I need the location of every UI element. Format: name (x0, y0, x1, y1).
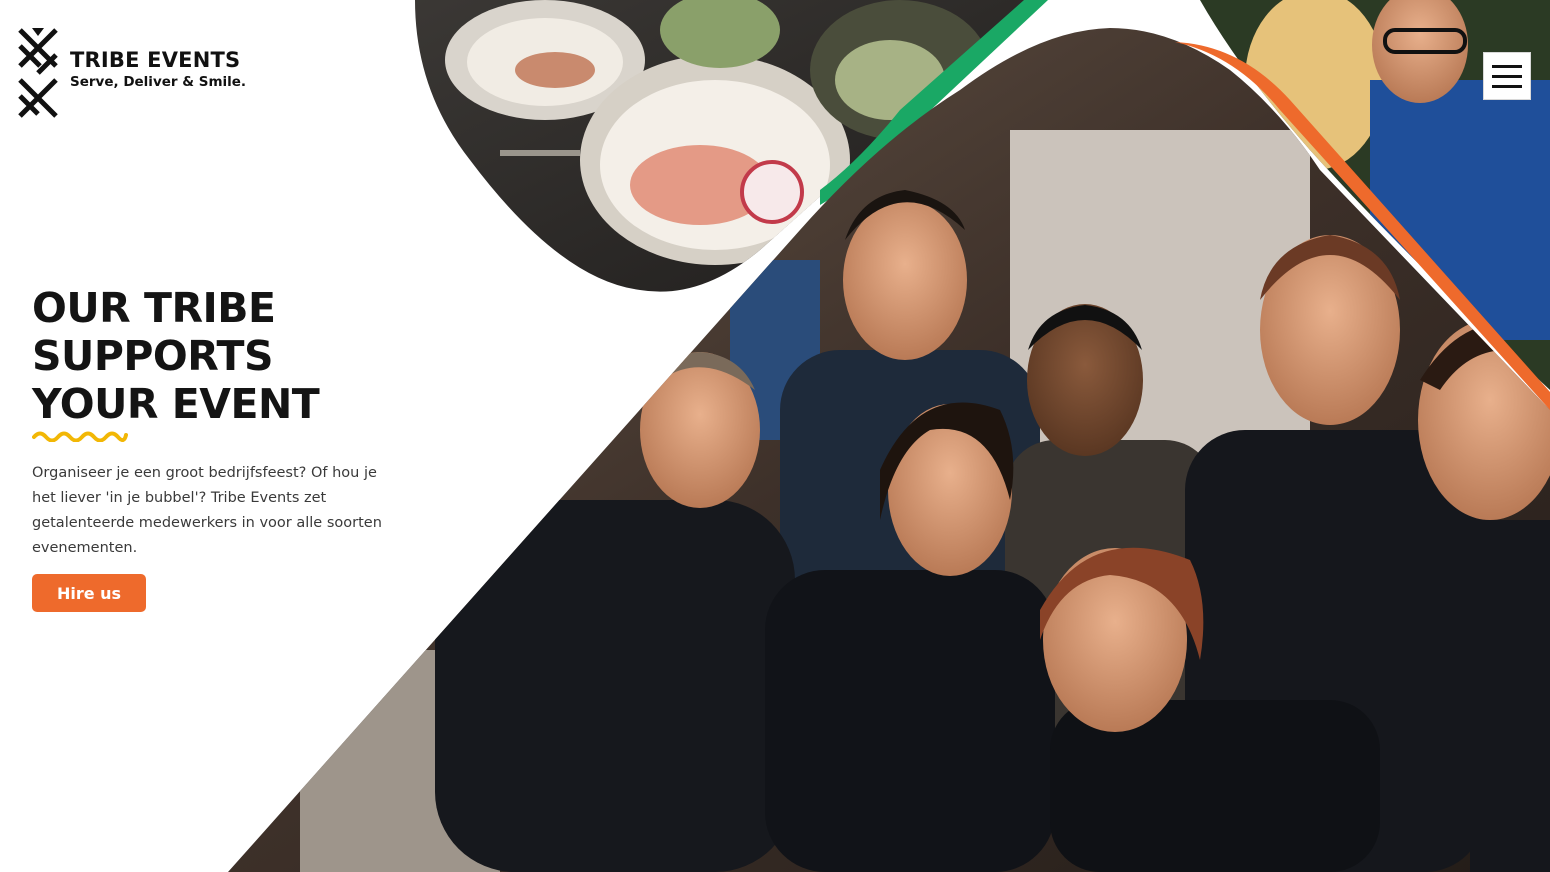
hamburger-menu-icon-bar (1492, 74, 1522, 78)
hero-artwork (228, 0, 1550, 872)
hamburger-menu-icon-bar (1492, 84, 1522, 88)
headline-line-2: SUPPORTS (32, 332, 274, 380)
menu-button[interactable] (1483, 52, 1531, 100)
hamburger-menu-icon (1492, 64, 1522, 68)
brand-tagline: Serve, Deliver & Smile. (70, 74, 247, 90)
brand-logo[interactable]: TRIBE EVENTS Serve, Deliver & Smile. (16, 26, 246, 120)
brand-name: TRIBE EVENTS (70, 48, 241, 72)
squiggle-underline-icon (32, 431, 128, 442)
tribe-logo-icon (18, 28, 58, 118)
hire-us-button[interactable]: Hire us (32, 574, 146, 612)
hero-intro-text: Organiseer je een groot bedrijfsfeest? O… (32, 465, 382, 556)
headline-line-3: YOUR EVENT (32, 380, 320, 428)
headline-line-1: OUR TRIBE (32, 284, 276, 332)
hero-headline: OUR TRIBE SUPPORTS YOUR EVENT (32, 284, 320, 428)
